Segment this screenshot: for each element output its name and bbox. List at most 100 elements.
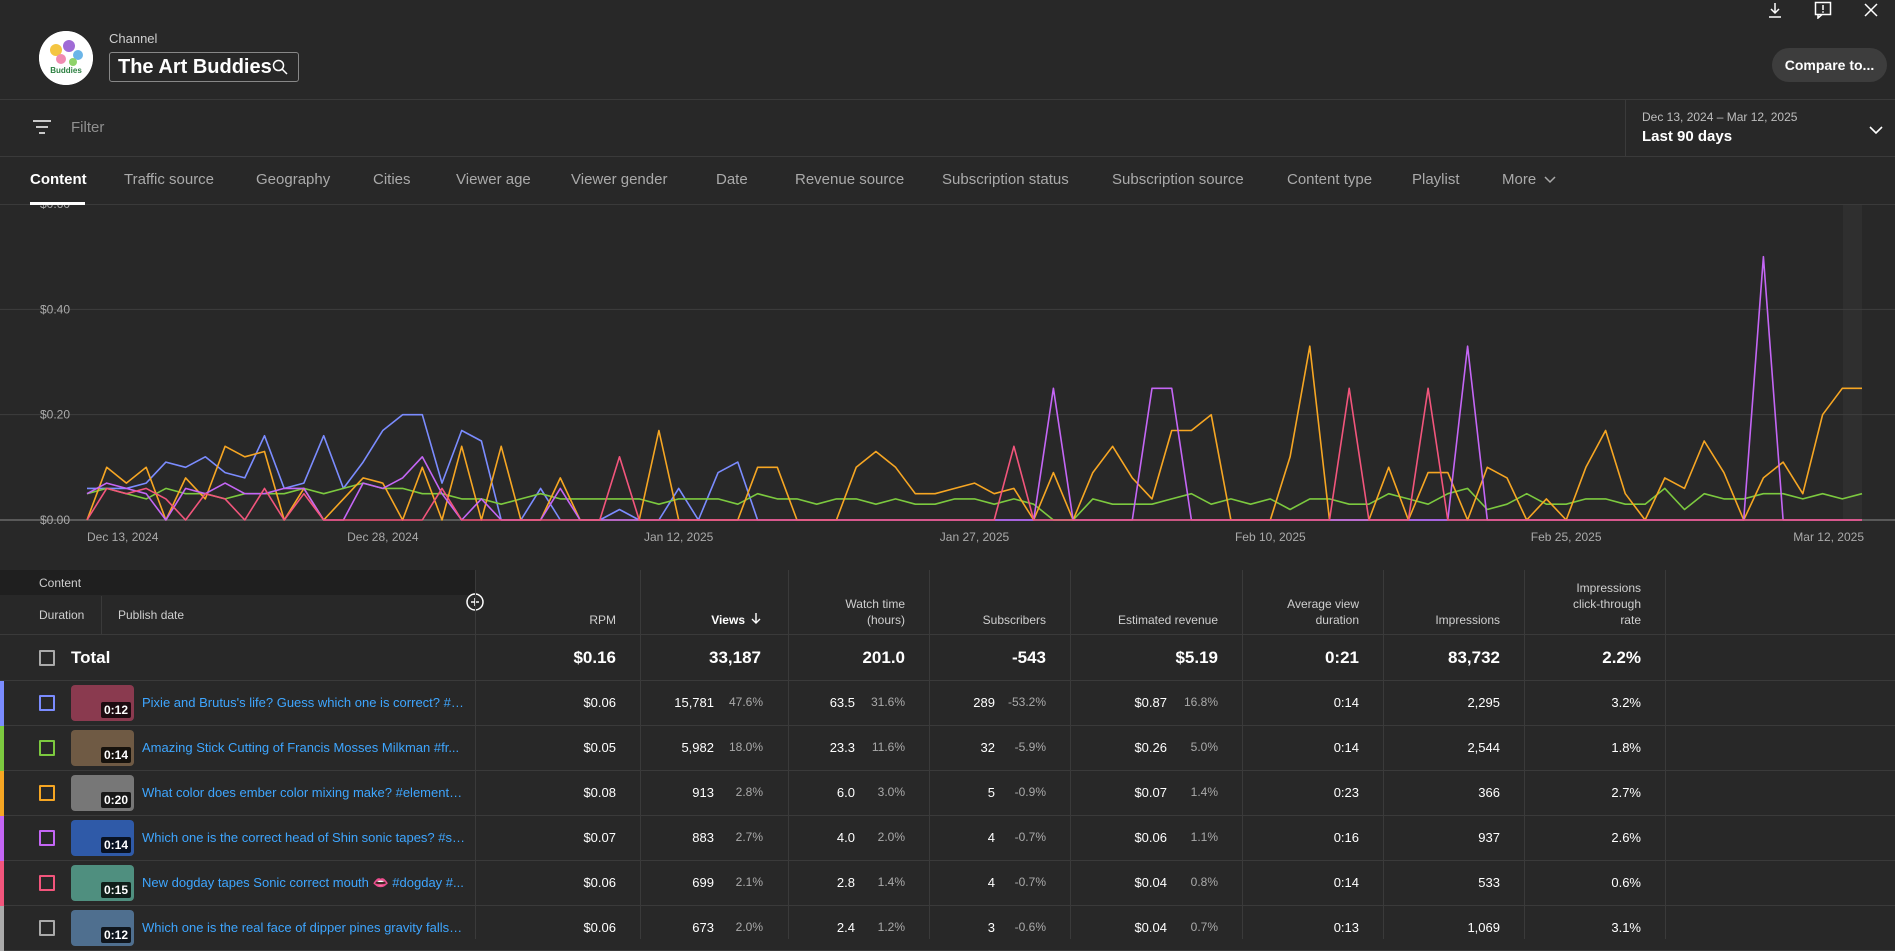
cell-watch: 4.0 [836, 830, 855, 845]
tab-date[interactable]: Date [716, 171, 748, 188]
line-chart: $0.00 $0.20 $0.40 $0.60 Dec 13, 2024 Dec 28, … [0, 205, 1895, 570]
video-thumbnail[interactable]: 0:12 [71, 910, 134, 946]
tab-revenue-source[interactable]: Revenue source [795, 171, 904, 188]
series-color-bar [0, 906, 4, 951]
tab-cities[interactable]: Cities [373, 171, 411, 188]
cell-views: 15,781 [674, 695, 714, 710]
tab-more[interactable]: More [1502, 171, 1556, 188]
duration-header[interactable]: Duration [39, 608, 84, 622]
tab-content[interactable]: Content [30, 171, 87, 188]
tab-viewer-gender[interactable]: Viewer gender [571, 171, 667, 188]
video-thumbnail[interactable]: 0:14 [71, 730, 134, 766]
video-thumbnail[interactable]: 0:14 [71, 820, 134, 856]
total-watch: 201.0 [862, 648, 905, 667]
video-thumbnail[interactable]: 0:20 [71, 775, 134, 811]
compare-button[interactable]: Compare to... [1772, 48, 1887, 82]
video-thumbnail[interactable]: 0:12 [71, 685, 134, 721]
cell-watch: 6.0 [836, 785, 855, 800]
video-duration: 0:14 [100, 747, 131, 763]
total-views: 33,187 [709, 648, 761, 667]
cell-rpm: $0.07 [583, 830, 616, 845]
publish-date-header[interactable]: Publish date [118, 608, 184, 622]
cell-rpm: $0.05 [583, 740, 616, 755]
cell-subs-pct: -0.6% [1014, 920, 1046, 934]
row-checkbox[interactable] [39, 875, 55, 891]
cell-revenue: $0.87 [1134, 695, 1167, 710]
close-icon[interactable] [1847, 0, 1895, 20]
cell-avd: 0:14 [1333, 740, 1359, 755]
row-checkbox[interactable] [39, 785, 55, 801]
x-tick-label: Feb 10, 2025 [1235, 530, 1306, 544]
cell-subs: 4 [987, 830, 995, 845]
channel-selector[interactable]: The Art Buddies [109, 52, 299, 82]
video-title-link[interactable]: Pixie and Brutus's life? Guess which one… [142, 695, 467, 710]
cell-revenue-pct: 5.0% [1190, 740, 1218, 754]
video-title-link[interactable]: Amazing Stick Cutting of Francis Mosses … [142, 740, 467, 755]
tab-traffic-source[interactable]: Traffic source [124, 171, 214, 188]
tab-subscription-status[interactable]: Subscription status [942, 171, 1069, 188]
series-color-bar [0, 771, 4, 816]
cell-watch-pct: 11.6% [871, 740, 905, 754]
cell-views: 5,982 [681, 740, 714, 755]
cell-revenue: $0.07 [1134, 785, 1167, 800]
chart-highlight-strip [1843, 205, 1862, 520]
tab-viewer-age[interactable]: Viewer age [456, 171, 531, 188]
search-icon[interactable] [272, 59, 288, 80]
total-rpm: $0.16 [573, 648, 616, 667]
y-tick-label: $0.20 [40, 408, 70, 422]
cell-avd: 0:13 [1333, 920, 1359, 935]
feedback-icon[interactable] [1799, 0, 1847, 20]
cell-rpm: $0.06 [583, 695, 616, 710]
cell-subs-pct: -0.9% [1014, 785, 1046, 799]
download-icon[interactable] [1751, 0, 1799, 20]
video-title-link[interactable]: What color does ember color mixing make?… [142, 785, 467, 800]
column-header[interactable]: Views [711, 612, 761, 628]
cell-subs: 289 [973, 695, 995, 710]
column-header[interactable]: Subscribers [983, 612, 1046, 628]
table-row[interactable]: 0:12 Which one is the real face of dipper… [0, 906, 1895, 951]
table-row[interactable]: 0:14 Amazing Stick Cutting of Francis Mos… [0, 726, 1895, 771]
table-row[interactable]: 0:20 What color does ember color mixing m… [0, 771, 1895, 816]
column-header[interactable]: Watch time (hours) [845, 596, 905, 628]
column-header[interactable]: RPM [589, 612, 616, 628]
table-header: Content Duration Publish date RPM Views Wa… [0, 570, 1895, 635]
cell-watch-pct: 31.6% [870, 695, 905, 709]
video-title-link[interactable]: Which one is the correct head of Shin so… [142, 830, 467, 845]
dimension-tabs: Content Traffic source Geography Cities … [0, 157, 1895, 205]
total-label: Total [71, 648, 111, 667]
video-title-link[interactable]: Which one is the real face of dipper pin… [142, 920, 467, 935]
table-row[interactable]: 0:15 New dogday tapes Sonic correct mouth… [0, 861, 1895, 906]
channel-name: The Art Buddies [118, 55, 272, 78]
video-title-link[interactable]: New dogday tapes Sonic correct mouth 👄 #… [142, 875, 467, 891]
table-row[interactable]: 0:12 Pixie and Brutus's life? Guess which… [0, 681, 1895, 726]
column-header[interactable]: Impressions [1435, 612, 1500, 628]
series-color-bar [0, 681, 4, 726]
column-header[interactable]: Average view duration [1287, 596, 1359, 628]
row-checkbox[interactable] [39, 695, 55, 711]
tab-playlist[interactable]: Playlist [1412, 171, 1460, 188]
cell-watch-pct: 3.0% [877, 785, 905, 799]
row-checkbox[interactable] [39, 830, 55, 846]
column-header-line: Average view [1287, 597, 1359, 611]
row-checkbox[interactable] [39, 920, 55, 936]
x-tick-label: Jan 12, 2025 [644, 530, 714, 544]
date-range-picker[interactable]: Dec 13, 2024 – Mar 12, 2025 Last 90 days [1625, 100, 1895, 157]
column-header-line: Impressions [1576, 581, 1641, 595]
tab-content-type[interactable]: Content type [1287, 171, 1372, 188]
row-checkbox[interactable] [39, 740, 55, 756]
filter-icon[interactable] [33, 120, 51, 139]
tab-geography[interactable]: Geography [256, 171, 330, 188]
cell-watch: 23.3 [829, 740, 855, 755]
column-header[interactable]: Estimated revenue [1118, 612, 1218, 628]
cell-ctr: 3.2% [1611, 695, 1641, 710]
cell-watch-pct: 1.2% [877, 920, 905, 934]
cell-avd: 0:14 [1333, 695, 1359, 710]
tab-subscription-source[interactable]: Subscription source [1112, 171, 1244, 188]
filter-input[interactable]: Filter [71, 119, 104, 136]
table-row[interactable]: 0:14 Which one is the correct head of Shi… [0, 816, 1895, 861]
total-checkbox[interactable] [39, 650, 55, 666]
video-thumbnail[interactable]: 0:15 [71, 865, 134, 901]
window-icons [1751, 0, 1895, 20]
column-header[interactable]: Impressions click-through rate [1573, 580, 1641, 628]
cell-revenue-pct: 16.8% [1183, 695, 1218, 709]
